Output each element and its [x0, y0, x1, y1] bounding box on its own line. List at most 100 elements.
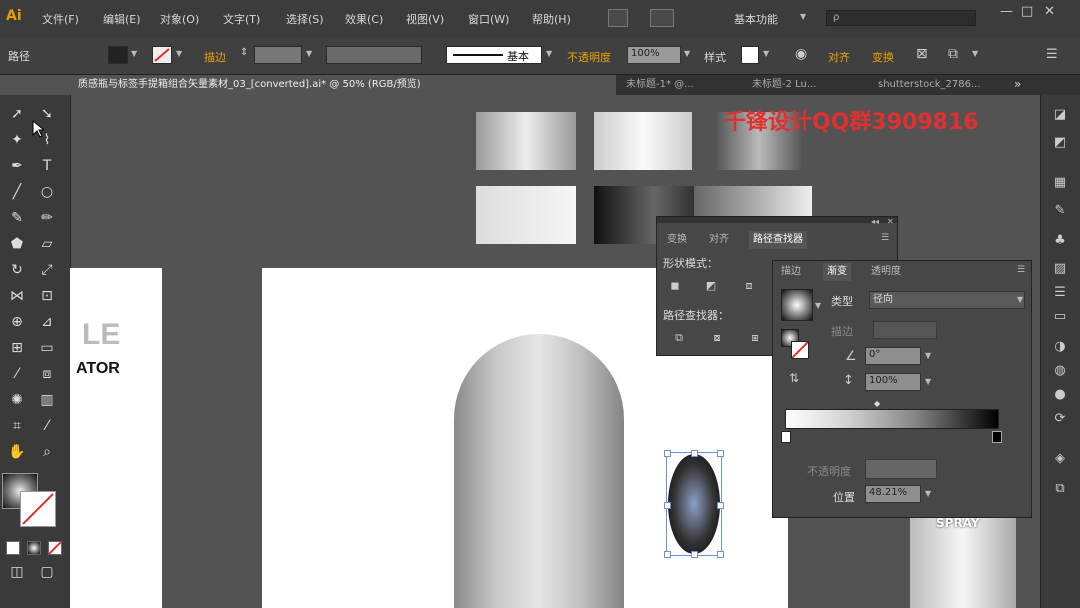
color-mode-icon[interactable] [6, 541, 20, 555]
transform-link[interactable]: 变换 [872, 49, 894, 65]
selected-ellipse[interactable] [668, 454, 720, 554]
stroke-chevron-icon[interactable]: ▼ [176, 49, 182, 58]
column-graph-tool-icon[interactable]: ▥ [36, 389, 58, 411]
handle-top[interactable] [691, 450, 698, 457]
handle-bottom[interactable] [691, 551, 698, 558]
menu-view[interactable]: 视图(V) [406, 11, 444, 27]
opacity-field[interactable]: 100% [627, 46, 681, 64]
pencil-tool-icon[interactable]: ✏ [36, 207, 58, 229]
pathfinder-titlebar[interactable] [657, 217, 897, 223]
gradient-tool-icon[interactable]: ▭ [36, 337, 58, 359]
graphic-styles-icon[interactable]: ▨ [1051, 261, 1069, 277]
stroke-stepper-icon[interactable]: ⇕ [240, 47, 248, 58]
gradient-stop-left[interactable] [781, 431, 791, 443]
selection-bounding-box[interactable] [664, 450, 724, 558]
shape-builder-tool-icon[interactable]: ⊕ [6, 311, 28, 333]
gradient-menu-icon[interactable]: ☰ [1017, 265, 1025, 275]
align-link[interactable]: 对齐 [828, 49, 850, 65]
slice-tool-icon[interactable]: ⁄ [36, 415, 58, 437]
tab-pathfinder[interactable]: 路径查找器 [749, 231, 807, 249]
gradient-midpoint-icon[interactable]: ◆ [874, 399, 880, 408]
selection-tool-icon[interactable]: ➚ [6, 103, 28, 125]
brush-chevron-icon[interactable]: ▼ [546, 49, 552, 58]
gradient-preset-chevron-icon[interactable]: ▼ [815, 301, 821, 310]
paintbrush-tool-icon[interactable]: ✎ [6, 207, 28, 229]
merge-icon[interactable]: ⧆ [747, 331, 763, 345]
minus-front-icon[interactable]: ◩ [703, 279, 719, 293]
stroke-link[interactable]: 描边 [204, 49, 226, 65]
arrange-icon[interactable]: ⧉ [948, 46, 958, 62]
menu-window[interactable]: 窗口(W) [468, 11, 509, 27]
type-tool-icon[interactable]: T [36, 155, 58, 177]
handle-left[interactable] [664, 502, 671, 509]
gradient-panel-icon[interactable]: ▭ [1051, 309, 1069, 325]
bridge-icon[interactable] [608, 9, 628, 27]
tab-transform[interactable]: 变换 [667, 231, 687, 249]
stroke-gradient-icon[interactable] [791, 341, 809, 359]
handle-right[interactable] [717, 502, 724, 509]
menu-edit[interactable]: 编辑(E) [103, 11, 141, 27]
search-input[interactable]: ρ [826, 10, 976, 26]
tab-untitled-1[interactable]: 未标题-1* @... [618, 75, 742, 95]
stroke-color-swatch[interactable] [20, 491, 56, 527]
perspective-grid-tool-icon[interactable]: ⊿ [36, 311, 58, 333]
mesh-tool-icon[interactable]: ⊞ [6, 337, 28, 359]
layers-panel-icon[interactable]: ◈ [1051, 451, 1069, 467]
angle-field[interactable]: 0° [865, 347, 921, 365]
free-transform-tool-icon[interactable]: ⊡ [36, 285, 58, 307]
tab-gradient[interactable]: 渐变 [823, 263, 851, 281]
opacity-chevron-icon[interactable]: ▼ [684, 49, 690, 58]
brush-definition[interactable]: 基本 [446, 46, 542, 64]
blob-brush-tool-icon[interactable]: ⬟ [6, 233, 28, 255]
menu-file[interactable]: 文件(F) [42, 11, 79, 27]
artboards-panel-icon[interactable]: ⧉ [1051, 481, 1069, 497]
symbol-sprayer-tool-icon[interactable]: ✺ [6, 389, 28, 411]
symbols-panel-icon[interactable]: ♣ [1051, 233, 1069, 249]
aspect-ratio-field[interactable]: 100% [865, 373, 921, 391]
isolate-icon[interactable]: ⊠ [916, 46, 928, 62]
artboard-tool-icon[interactable]: ⌗ [6, 415, 28, 437]
appearance-panel-icon[interactable]: ◍ [1051, 363, 1069, 379]
tab-align[interactable]: 对齐 [709, 231, 729, 249]
tabs-overflow-icon[interactable]: » [1014, 77, 1021, 91]
menu-select[interactable]: 选择(S) [286, 11, 324, 27]
handle-top-left[interactable] [664, 450, 671, 457]
stroke-panel-icon[interactable]: ☰ [1051, 285, 1069, 301]
swatches-panel-icon[interactable]: ▦ [1051, 175, 1069, 191]
workspace-switcher[interactable]: 基本功能 [734, 11, 778, 27]
gradient-slider[interactable] [785, 409, 999, 429]
tab-shutterstock[interactable]: shutterstock_2786... [870, 75, 1006, 95]
aspect-ratio-chevron-icon[interactable]: ▼ [925, 377, 931, 386]
bottle-shape[interactable] [454, 334, 624, 608]
zoom-tool-icon[interactable]: ⌕ [36, 441, 58, 463]
close-button[interactable]: ✕ [1044, 4, 1055, 19]
eraser-tool-icon[interactable]: ▱ [36, 233, 58, 255]
eyedropper-tool-icon[interactable]: ⁄ [6, 363, 28, 385]
tab-untitled-2[interactable]: 未标题-2 Lu... [744, 75, 868, 95]
intersect-icon[interactable]: ⧈ [741, 279, 757, 293]
pen-tool-icon[interactable]: ✒ [6, 155, 28, 177]
pathfinder-menu-icon[interactable]: ☰ [881, 233, 889, 243]
menu-help[interactable]: 帮助(H) [532, 11, 571, 27]
minimize-button[interactable]: — [1000, 4, 1013, 19]
gradient-preview-swatch[interactable] [781, 289, 813, 321]
pathfinder-close-icon[interactable]: ✕ [887, 217, 894, 226]
gradient-type-chevron-icon[interactable]: ▼ [1017, 295, 1023, 304]
stroke-swatch[interactable] [152, 46, 172, 64]
gradient-mode-icon[interactable] [27, 541, 41, 555]
reverse-gradient-icon[interactable]: ⇅ [789, 371, 799, 385]
stroke-weight-field[interactable] [254, 46, 302, 64]
stroke-weight-chevron-icon[interactable]: ▼ [306, 49, 312, 58]
hand-tool-icon[interactable]: ✋ [6, 441, 28, 463]
recolor-artwork-icon[interactable]: ◉ [795, 46, 807, 62]
transform-panel-icon[interactable]: ⟳ [1051, 411, 1069, 427]
transparency-panel-icon[interactable]: ◑ [1051, 339, 1069, 355]
graphic-style-swatch[interactable] [741, 46, 759, 64]
control-panel-menu-icon[interactable]: ☰ [1046, 47, 1058, 62]
brushes-panel-icon[interactable]: ✎ [1051, 203, 1069, 219]
menu-effect[interactable]: 效果(C) [345, 11, 383, 27]
rotate-tool-icon[interactable]: ↻ [6, 259, 28, 281]
width-tool-icon[interactable]: ⋈ [6, 285, 28, 307]
angle-chevron-icon[interactable]: ▼ [925, 351, 931, 360]
unite-icon[interactable]: ◼ [667, 279, 683, 293]
